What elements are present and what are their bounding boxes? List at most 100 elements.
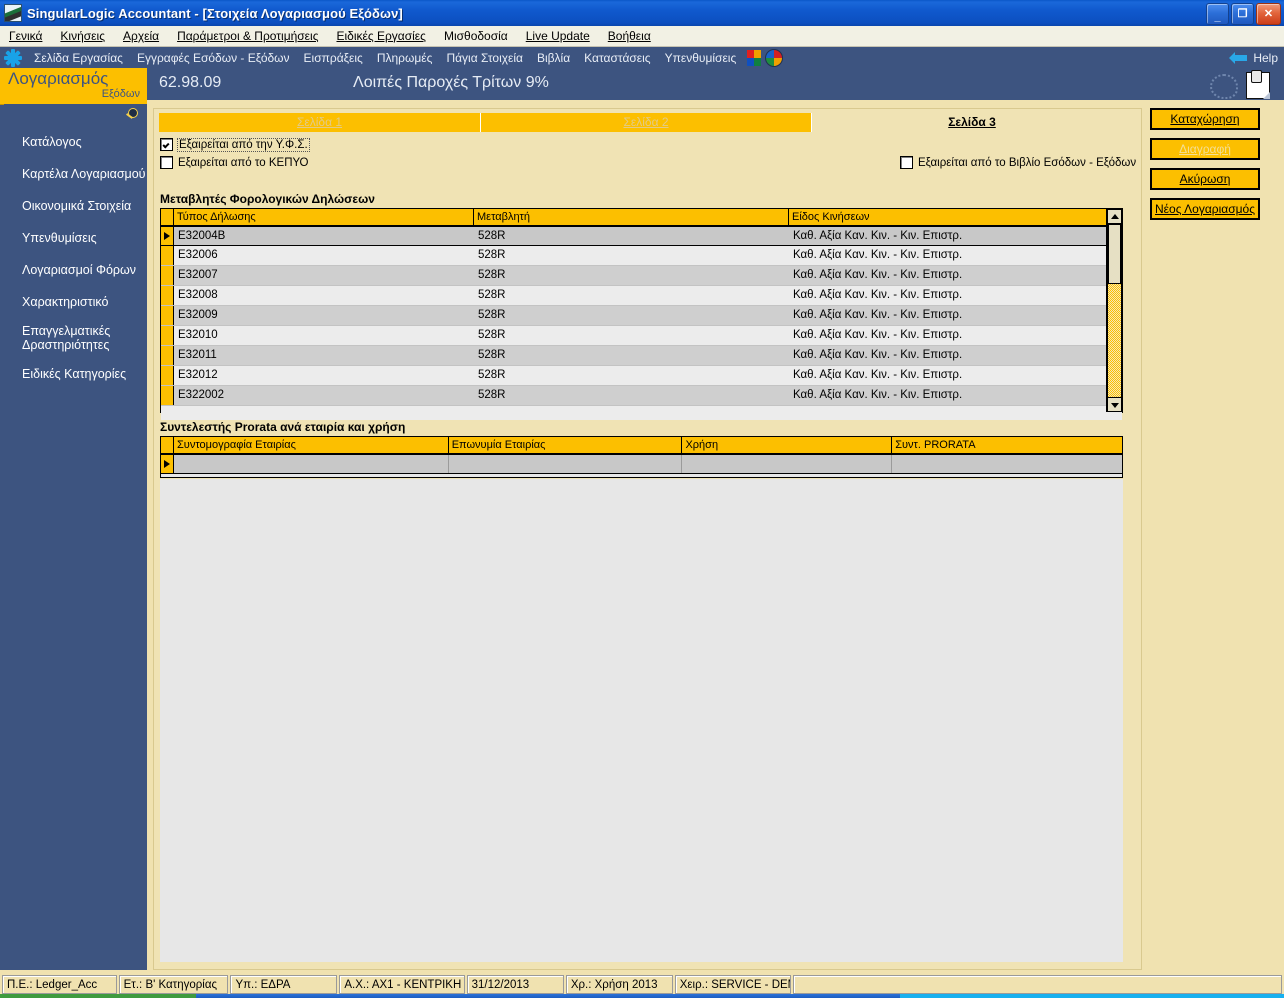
- menu-item-misthodosia-label: Μισθοδοσία: [443, 28, 508, 43]
- delete-button[interactable]: Διαγραφή: [1150, 138, 1260, 160]
- form-panel: Σελίδα 1 Σελίδα 2 Σελίδα 3 Εξαιρείται απ…: [153, 108, 1142, 970]
- restore-button[interactable]: ❐: [1231, 3, 1254, 25]
- row-indicator: [161, 386, 174, 405]
- sidebar-item-logariasmoi-foron[interactable]: Λογαριασμοί Φόρων: [4, 254, 147, 286]
- sidebar-item-kartela-logariasmou[interactable]: Καρτέλα Λογαριασμού: [4, 158, 147, 190]
- toolbar-item-vivlia[interactable]: Βιβλία: [530, 51, 577, 65]
- cell-variable: 528R: [478, 389, 506, 401]
- cell-type: E322002: [178, 389, 225, 401]
- help-link[interactable]: Help: [1253, 51, 1278, 65]
- toolbar-item-eispraxeis[interactable]: Εισπράξεις: [297, 51, 370, 65]
- table-row[interactable]: E32010 528R Καθ. Αξία Καν. Κιν. - Κιν. Ε…: [161, 326, 1122, 346]
- attachment-document-icon[interactable]: [1246, 70, 1270, 99]
- column-header-name[interactable]: Επωνυμία Εταιρίας: [449, 437, 683, 453]
- table-row[interactable]: E32009 528R Καθ. Αξία Καν. Κιν. - Κιν. Ε…: [161, 306, 1122, 326]
- column-header-abbrev[interactable]: Συντομογραφία Εταιρίας: [174, 437, 449, 453]
- column-header-type[interactable]: Τύπος Δήλωσης: [174, 209, 474, 225]
- toolbar-right-group: Help: [1229, 51, 1284, 65]
- tab-selida-1[interactable]: Σελίδα 1: [159, 113, 481, 132]
- menu-item-eidikes-ergasies[interactable]: Ειδικές Εργασίες: [327, 27, 434, 46]
- taskbar-tray-region: [900, 994, 1284, 998]
- tax-variables-scrollbar[interactable]: [1106, 209, 1122, 412]
- menu-item-parametroi[interactable]: Παράμετροι & Προτιμήσεις: [168, 27, 327, 46]
- taskbar-strip: [0, 994, 1284, 998]
- column-header-variable[interactable]: Μεταβλητή: [474, 209, 789, 225]
- close-button[interactable]: ✕: [1256, 3, 1281, 25]
- row-indicator-header: [161, 437, 174, 453]
- checkbox-exclude-kepyo[interactable]: Εξαιρείται από το ΚΕΠΥΟ: [160, 156, 308, 169]
- menu-item-arxeia[interactable]: Αρχεία: [114, 27, 168, 46]
- toolbar-item-ypenthymiseis[interactable]: Υπενθυμίσεις: [658, 51, 744, 65]
- menu-item-misthodosia[interactable]: Μισθοδοσία: [435, 27, 517, 46]
- menu-item-voitheia[interactable]: Βοήθεια: [599, 27, 660, 46]
- toolbar-item-katastaseis[interactable]: Καταστάσεις: [577, 51, 657, 65]
- scrollbar-thumb[interactable]: [1108, 224, 1121, 284]
- empty-content-area: [160, 479, 1123, 962]
- checkbox-exclude-kepyo-box[interactable]: [160, 156, 173, 169]
- table-row[interactable]: E32004B 528R Καθ. Αξία Καν. Κιν. - Κιν. …: [161, 226, 1122, 246]
- sa-logo-icon[interactable]: [747, 49, 762, 66]
- sidebar-item-eidikes-katigories[interactable]: Ειδικές Κατηγορίες: [4, 358, 147, 390]
- sidebar-body: Κατάλογος Καρτέλα Λογαριασμού Οικονομικά…: [4, 104, 147, 970]
- sidebar-item-oikonomika-stoixeia[interactable]: Οικονομικά Στοιχεία: [4, 190, 147, 222]
- sidebar-item-ypenthymiseis[interactable]: Υπενθυμίσεις: [4, 222, 147, 254]
- close-icon: ✕: [1263, 8, 1274, 20]
- menu-item-live-update[interactable]: Live Update: [517, 27, 599, 46]
- save-button[interactable]: Καταχώρηση: [1150, 108, 1260, 130]
- scroll-down-button[interactable]: [1107, 397, 1122, 412]
- sidebar: Λογαριασμός Εξόδων Κατάλογος Καρτέλα Λογ…: [0, 68, 149, 970]
- table-row[interactable]: E32007 528R Καθ. Αξία Καν. Κιν. - Κιν. Ε…: [161, 266, 1122, 286]
- tax-variables-grid[interactable]: Τύπος Δήλωσης Μεταβλητή Είδος Κινήσεων E…: [160, 208, 1123, 420]
- refresh-icon[interactable]: [1210, 74, 1238, 99]
- checkbox-exclude-book[interactable]: Εξαιρείται από το Βιβλίο Εσόδων - Εξόδων: [900, 156, 1136, 169]
- status-cell-operator: Χειρ.: SERVICE - DEMO: [674, 974, 792, 994]
- menu-item-genika-label: Γενικά: [9, 28, 43, 43]
- table-row[interactable]: E322002 528R Καθ. Αξία Καν. Κιν. - Κιν. …: [161, 386, 1122, 406]
- globe-icon[interactable]: [765, 48, 784, 67]
- cell-variable: 528R: [478, 309, 506, 321]
- cell-variable: 528R: [478, 349, 506, 361]
- menu-item-eidikes-ergasies-label: Ειδικές Εργασίες: [336, 28, 426, 43]
- tab-selida-2[interactable]: Σελίδα 2: [481, 113, 812, 132]
- pushpin-icon[interactable]: [125, 108, 138, 121]
- toolbar-item-selida-ergasias[interactable]: Σελίδα Εργασίας: [27, 51, 130, 65]
- checkbox-exclude-yfs[interactable]: Εξαιρείται από την Υ.Φ.Σ.: [160, 137, 310, 152]
- tab-selida-3[interactable]: Σελίδα 3: [812, 113, 1132, 132]
- account-name: Λοιπές Παροχές Τρίτων 9%: [353, 74, 549, 91]
- new-account-button[interactable]: Νέος Λογαριασμός: [1150, 198, 1260, 220]
- column-header-kind[interactable]: Είδος Κινήσεων: [789, 209, 1107, 225]
- cancel-button[interactable]: Ακύρωση: [1150, 168, 1260, 190]
- toolbar-item-pliromes[interactable]: Πληρωμές: [370, 51, 440, 65]
- table-row[interactable]: E32011 528R Καθ. Αξία Καν. Κιν. - Κιν. Ε…: [161, 346, 1122, 366]
- toolbar-item-pagia[interactable]: Πάγια Στοιχεία: [439, 51, 530, 65]
- table-row[interactable]: E32006 528R Καθ. Αξία Καν. Κιν. - Κιν. Ε…: [161, 246, 1122, 266]
- checkbox-exclude-book-box[interactable]: [900, 156, 913, 169]
- menu-item-genika[interactable]: Γενικά: [0, 27, 51, 46]
- table-row[interactable]: [161, 454, 1122, 474]
- sidebar-header: Λογαριασμός Εξόδων: [0, 68, 147, 105]
- column-header-year[interactable]: Χρήση: [682, 437, 893, 453]
- minimize-button[interactable]: _: [1206, 3, 1229, 25]
- status-cell-company-category: Ετ.: Β' Κατηγορίας: [118, 974, 229, 994]
- scroll-up-button[interactable]: [1107, 209, 1122, 224]
- checkbox-exclude-yfs-box[interactable]: [160, 138, 173, 151]
- sidebar-item-epaggelmatikes-drastiriotites[interactable]: Επαγγελματικές Δραστηριότητες: [4, 318, 147, 358]
- column-header-rate[interactable]: Συντ. PRORATA: [892, 437, 1122, 453]
- scrollbar-track[interactable]: [1107, 224, 1122, 397]
- prorata-grid[interactable]: Συντομογραφία Εταιρίας Επωνυμία Εταιρίας…: [160, 436, 1123, 478]
- chevron-up-icon: [1110, 213, 1119, 219]
- table-row[interactable]: E32012 528R Καθ. Αξία Καν. Κιν. - Κιν. Ε…: [161, 366, 1122, 386]
- menu-item-parametroi-label: Παράμετροι & Προτιμήσεις: [177, 28, 319, 43]
- cell-type: E32007: [178, 269, 218, 281]
- prorata-title: Συντελεστής Prorata ανά εταιρία και χρήσ…: [160, 420, 406, 434]
- menu-item-kiniseis[interactable]: Κινήσεις: [51, 27, 114, 46]
- sidebar-item-xaraktiristiko[interactable]: Χαρακτηριστικό: [4, 286, 147, 318]
- sidebar-item-katalogos[interactable]: Κατάλογος: [4, 126, 147, 158]
- navigation-toolbar: Σελίδα Εργασίας Εγγραφές Εσόδων - Εξόδων…: [0, 47, 1284, 68]
- cell-type: E32008: [178, 289, 218, 301]
- record-header: 62.98.09 Λοιπές Παροχές Τρίτων 9%: [147, 68, 1284, 100]
- tax-variables-header-row: Τύπος Δήλωσης Μεταβλητή Είδος Κινήσεων: [161, 209, 1122, 226]
- table-row[interactable]: E32008 528R Καθ. Αξία Καν. Κιν. - Κιν. Ε…: [161, 286, 1122, 306]
- back-arrow-icon[interactable]: [1229, 51, 1248, 64]
- toolbar-item-eggrafes[interactable]: Εγγραφές Εσόδων - Εξόδων: [130, 51, 297, 65]
